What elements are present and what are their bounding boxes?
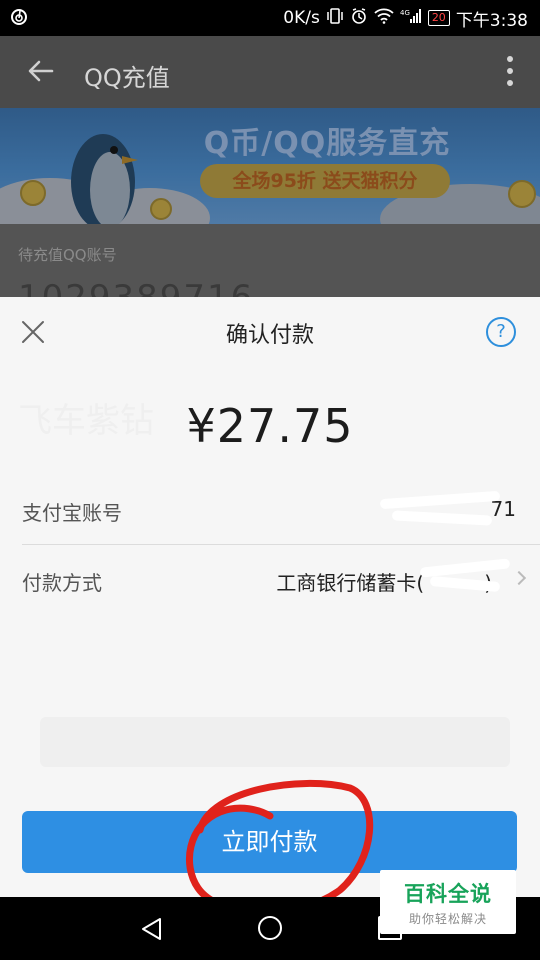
- status-bar: 0K/s 4G 20 下午3:38: [0, 0, 540, 36]
- payment-method-value: 工商银行储蓄卡(: [276, 571, 425, 595]
- chevron-right-icon: [511, 570, 527, 586]
- alipay-account-label: 支付宝账号: [22, 501, 122, 525]
- watermark-subtitle: 助你轻松解决: [408, 912, 487, 926]
- promo-banner[interactable]: Q币/QQ服务直充 全场95折 送天猫积分: [0, 108, 540, 224]
- payment-confirm-sheet: 飞车紫钻 确认付款 ? ¥27.75 支付宝账号 71 付款方式 工商银行储蓄卡…: [0, 297, 540, 897]
- network-speed: 0K/s: [283, 8, 320, 28]
- svg-text:4G: 4G: [400, 9, 410, 17]
- netease-music-icon: [10, 8, 28, 31]
- watermark-logo: 百科全说 助你轻松解决: [380, 870, 516, 934]
- payment-method-label: 付款方式: [22, 571, 102, 595]
- clock: 下午3:38: [455, 10, 528, 31]
- sheet-title: 确认付款: [225, 323, 314, 348]
- app-bar: QQ充值: [0, 36, 540, 108]
- payment-method-row[interactable]: 付款方式 工商银行储蓄卡(): [0, 545, 540, 615]
- signal-icon: 4G: [400, 8, 422, 28]
- coin-icon: [508, 180, 536, 208]
- more-options-icon[interactable]: [506, 56, 514, 88]
- account-label: 待充值QQ账号: [18, 246, 117, 264]
- nav-home-icon[interactable]: [258, 916, 282, 940]
- battery-level: 20: [431, 11, 446, 24]
- wifi-icon: [374, 8, 394, 28]
- pay-now-button[interactable]: 立即付款: [22, 811, 517, 873]
- ghost-button: [40, 717, 510, 767]
- alipay-account-row: 支付宝账号 71: [0, 475, 540, 545]
- banner-title: Q币/QQ服务直充: [203, 126, 451, 161]
- help-icon[interactable]: ?: [486, 317, 516, 347]
- payment-amount: ¥27.75: [186, 399, 354, 453]
- coin-icon: [20, 180, 46, 206]
- alarm-icon: [350, 7, 368, 29]
- vibrate-icon: [326, 7, 344, 29]
- battery-icon: 20: [427, 10, 450, 26]
- nav-back-icon[interactable]: [138, 915, 166, 943]
- watermark-title: 百科全说: [404, 882, 492, 906]
- redaction-mark: [379, 490, 501, 510]
- coin-icon: [150, 198, 172, 220]
- sheet-header: 确认付款 ?: [0, 297, 540, 367]
- penguin-illustration: [71, 134, 138, 224]
- back-arrow-icon[interactable]: [24, 54, 58, 88]
- page-title: QQ充值: [84, 64, 170, 92]
- redaction-mark: [391, 510, 493, 526]
- banner-promo: 全场95折 送天猫积分: [200, 164, 450, 198]
